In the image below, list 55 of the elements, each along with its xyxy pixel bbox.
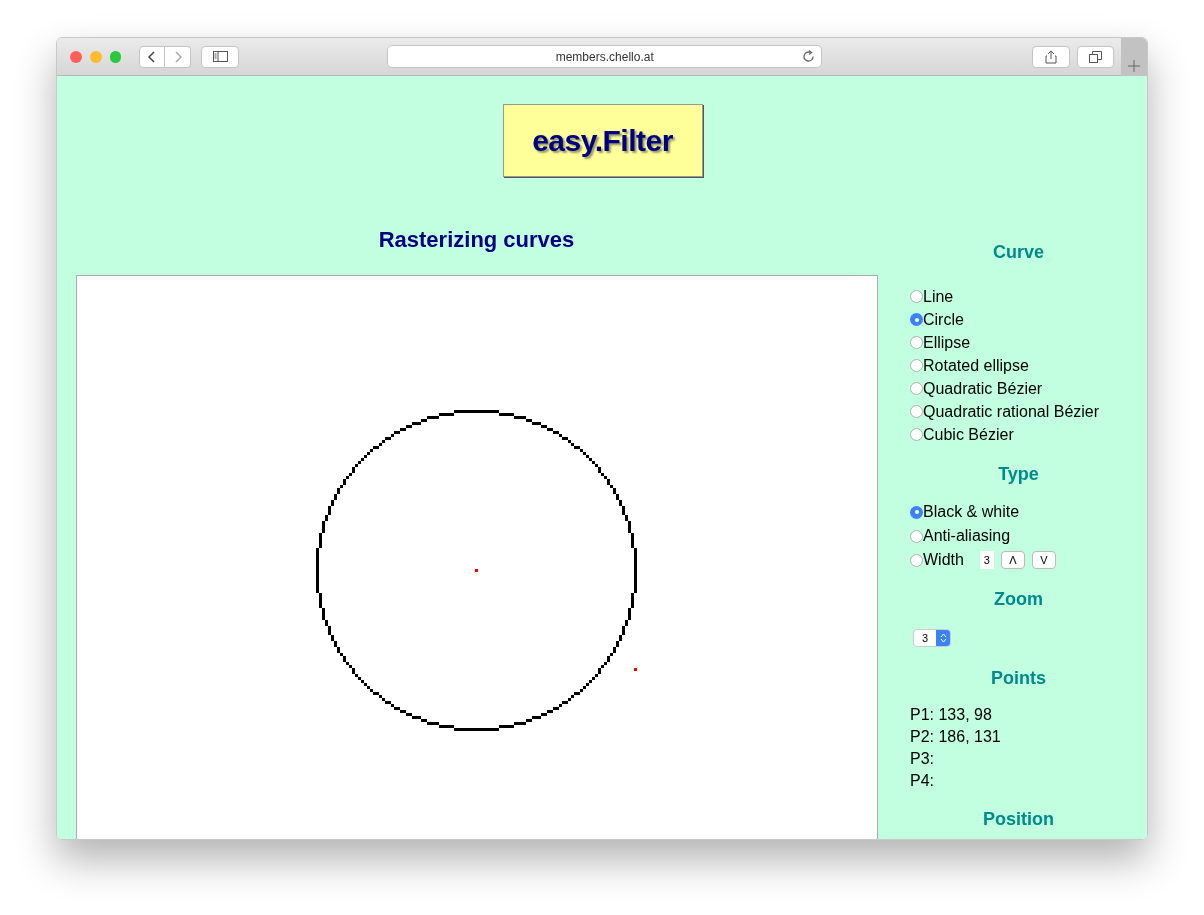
point-coordinates: P2: 186, 131 (910, 727, 1002, 747)
page-heading: Rasterizing curves (378, 227, 575, 252)
sidebar-button[interactable] (201, 45, 239, 68)
chevron-left-icon (148, 50, 157, 63)
section-title: Zoom (994, 589, 1043, 609)
section-title: Points (991, 668, 1046, 688)
forward-button[interactable] (165, 45, 192, 68)
section-title: Type (998, 464, 1039, 484)
option-label[interactable]: Line (923, 284, 954, 309)
logo: easy.Filter (502, 104, 703, 177)
option-label[interactable]: Circle (923, 307, 964, 332)
radio-button[interactable] (910, 428, 923, 441)
center-point-icon (475, 569, 478, 572)
minimize-icon[interactable] (89, 50, 102, 63)
close-icon[interactable] (70, 50, 82, 63)
option-label[interactable]: Black & white (923, 500, 1020, 524)
tabs-icon (1089, 50, 1103, 63)
point-coordinates: P1: 133, 98 (910, 705, 993, 725)
new-tab-button[interactable] (1121, 38, 1147, 76)
share-button[interactable] (1032, 45, 1070, 68)
share-icon (1045, 49, 1058, 64)
stepper-icon (939, 633, 947, 643)
radio-button[interactable] (910, 505, 923, 519)
option-label[interactable]: Rotated ellipse (923, 353, 1029, 378)
back-button[interactable] (139, 45, 166, 68)
decrease-button[interactable]: V (1031, 551, 1056, 569)
option-label[interactable]: Cubic Bézier (923, 422, 1014, 447)
radio-button[interactable] (910, 553, 923, 567)
tabs-button[interactable] (1076, 45, 1115, 68)
sidebar-icon (212, 51, 228, 62)
section-title: Position (983, 809, 1054, 829)
maximize-icon[interactable] (109, 50, 122, 63)
option-label[interactable]: Quadratic Bézier (923, 376, 1043, 401)
radio-button[interactable] (910, 382, 923, 395)
radio-button[interactable] (910, 405, 923, 418)
point-coordinates: P4: (910, 771, 935, 791)
option-label[interactable]: Quadratic rational Bézier (923, 399, 1100, 424)
reload-icon[interactable] (802, 50, 816, 63)
option-label[interactable]: Ellipse (923, 330, 971, 355)
address-bar[interactable]: members.chello.at (386, 45, 823, 68)
radius-point-icon (634, 668, 637, 671)
option-label[interactable]: Width (923, 548, 964, 572)
section-title: Curve (993, 242, 1044, 262)
zoom-select[interactable]: 3 (913, 629, 951, 647)
point-coordinates: P3: (910, 749, 935, 769)
width-field[interactable]: 3 (979, 551, 994, 569)
radio-button[interactable] (910, 529, 923, 543)
plus-icon (1128, 60, 1141, 72)
radio-button[interactable] (910, 359, 923, 372)
option-label[interactable]: Anti-aliasing (923, 524, 1011, 548)
radio-button[interactable] (910, 313, 923, 326)
increase-button[interactable]: Λ (1000, 551, 1025, 569)
chevron-right-icon (174, 50, 182, 63)
radio-button[interactable] (910, 290, 923, 303)
radio-button[interactable] (910, 336, 923, 349)
